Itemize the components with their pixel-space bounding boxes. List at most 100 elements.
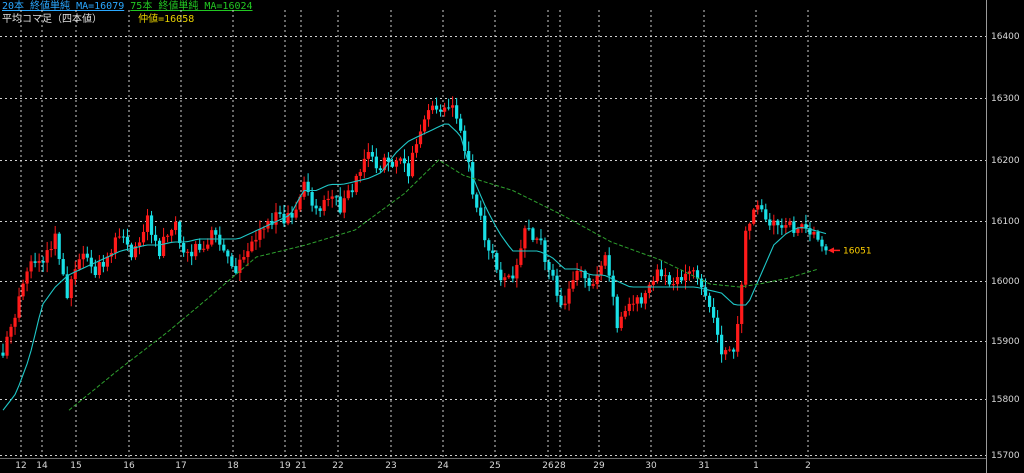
date-tick-label: 2 [805,461,811,471]
last-price-label: 16051 [843,246,872,256]
date-tick-label: 22 [332,461,343,471]
date-tick-label: 24 [437,461,449,471]
candle-body [9,326,13,337]
candle-body [559,295,563,306]
candle-body [77,259,81,270]
candle-body [651,281,655,285]
candle-body [531,228,535,240]
candle-body [250,241,254,252]
last-price-marker: 16051 [828,246,872,256]
date-tick-label: 1 [753,461,759,471]
candle-body [314,205,318,209]
candle-body [563,303,567,306]
candle-body [804,224,808,229]
candle-body [214,230,218,235]
candle-body [358,172,362,176]
candle-body [607,255,611,276]
candle-body [362,158,366,173]
price-tick-label: 16400 [991,32,1020,42]
candle-body [599,265,603,276]
candle-body [338,196,342,213]
candle-body [707,295,712,307]
candle-body [414,144,419,153]
candle-body [816,231,820,240]
date-axis: 12 14 15 16 17 18 19 21 22 23 24 25 26 28 29 30 31 1 2 [15,461,811,471]
candle-body [483,215,487,241]
candle-body [748,223,752,231]
candle-body [326,198,330,200]
candle-body [756,205,760,210]
candle-body [370,152,374,157]
candle-body [503,277,507,281]
candle-body [65,274,69,299]
candle-body [93,266,97,275]
candle-body [812,231,816,235]
candle-body [495,253,499,270]
candle-body [61,259,65,275]
candle-body [254,239,258,242]
candle-body [274,212,278,225]
candle-body [447,107,451,109]
candle-body [1,352,5,356]
candle-body [443,107,447,112]
candle-body [575,270,579,281]
date-tick-label: 14 [36,461,48,471]
candle-body [117,236,122,238]
candle-body [166,235,170,237]
date-tick-label: 23 [385,461,396,471]
candle-body [101,261,105,267]
candle-body [679,277,684,281]
candle-body [547,261,551,270]
date-tick-label: 21 [295,461,306,471]
candle-body [210,230,214,245]
candle-body [523,228,527,249]
candle-body [792,221,796,233]
ma20-line [2,123,827,411]
candle-body [760,205,764,210]
candle-body [627,303,631,311]
candle-body [732,349,736,352]
candle-body [145,215,150,232]
candle-body [398,158,403,161]
candle-body [744,230,748,285]
date-tick-label: 30 [645,461,657,471]
price-tick-label: 15800 [991,395,1020,405]
candle-body [820,239,824,247]
candle-body [330,196,334,199]
candle-body [772,220,776,226]
candle-body [639,297,643,304]
candle-body [716,317,720,335]
candle-body [422,119,427,132]
candle-body [555,275,559,296]
candle-body [194,243,198,257]
candlestick-chart: 15700 15800 15900 16000 16100 16200 16300 16400… [0,0,1020,473]
candle-body [475,194,479,208]
candle-body [5,336,9,356]
candle-body [149,215,154,235]
candle-body [595,275,599,285]
candle-body [451,105,455,108]
candle-body [402,158,407,164]
last-price-arrow-head [828,247,834,254]
candle-body [25,271,29,284]
candle-body [37,260,41,263]
candle-body [724,350,728,355]
candle-body [430,105,435,111]
candle-body [346,190,350,199]
candle-body [619,316,623,329]
candle-body [824,246,828,251]
date-tick-label: 15 [70,461,81,471]
candle-body [675,277,680,285]
candle-body [17,296,21,318]
date-tick-label: 16 [123,461,135,471]
candle-body [647,284,651,294]
date-tick-label: 17 [175,461,186,471]
candle-body [182,243,186,253]
candle-body [238,259,242,273]
candle-body [21,283,25,297]
candle-body [663,275,668,277]
moving-average-lines [2,123,827,411]
price-axis: 15700 15800 15900 16000 16100 16200 16300 16400 [991,32,1020,461]
price-tick-label: 15700 [991,451,1020,461]
candle-body [394,160,399,167]
